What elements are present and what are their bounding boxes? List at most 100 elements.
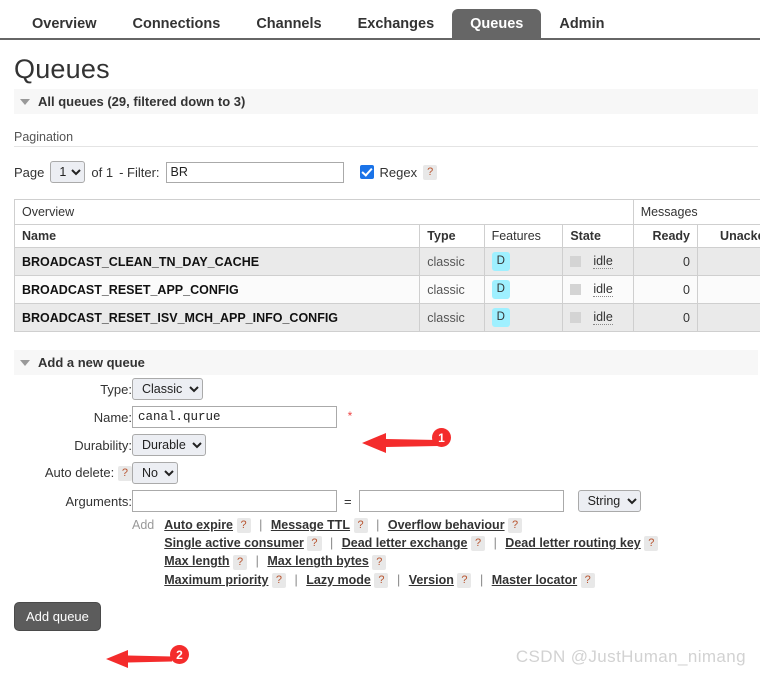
preset-row-3: Max length ? | Max length bytes ? [164,554,658,570]
annotation-arrow-1 [362,433,438,453]
cell-queue-name[interactable]: BROADCAST_CLEAN_TN_DAY_CACHE [13,247,421,276]
preset-row-4: Maximum priority ? | Lazy mode ? | Versi… [164,573,658,588]
main-navigation: Overview Connections Channels Exchanges … [0,0,760,40]
state-indicator-icon [570,312,582,323]
type-field-cell: Classic [132,375,658,403]
cell-queue-name[interactable]: BROADCAST_RESET_ISV_MCH_APP_INFO_CONFIG [13,303,421,332]
form-row-type: Type: Classic [14,375,658,403]
auto-delete-field-cell: No [132,459,658,487]
message-ttl-help-icon[interactable]: ? [353,518,368,534]
preset-auto-expire[interactable]: Auto expire [164,518,233,532]
preset-master-locator[interactable]: Master locator [492,573,577,587]
preset-overflow-behaviour[interactable]: Overflow behaviour [388,518,505,532]
regex-help-icon[interactable]: ? [423,164,438,180]
column-header-features: Features [483,224,564,248]
column-header-state[interactable]: State [562,224,634,248]
equals-sign: = [344,493,352,509]
durability-label: Durability: [74,437,132,453]
regex-checkbox[interactable] [359,165,374,179]
preset-max-length[interactable]: Max length [164,554,229,568]
version-help-icon[interactable]: ? [457,572,472,588]
lazy-mode-help-icon[interactable]: ? [374,572,389,588]
state-text: idle [593,282,613,297]
table-row[interactable]: BROADCAST_RESET_ISV_MCH_APP_INFO_CONFIG … [13,303,760,332]
annotation-arrow-2 [106,650,172,668]
separator: | [294,572,298,587]
cell-messages-ready: 0 [632,303,699,332]
required-marker: * [347,409,353,423]
cell-queue-features: D [483,303,564,332]
separator: | [376,518,380,532]
arguments-label: Arguments: [65,493,132,509]
preset-maximum-priority[interactable]: Maximum priority [164,573,268,587]
auto-delete-help-icon[interactable]: ? [117,466,132,482]
page-title: Queues [14,54,110,84]
queue-type-select[interactable]: Classic [132,378,203,400]
dead-letter-exchange-help-icon[interactable]: ? [470,536,486,552]
cell-queue-name[interactable]: BROADCAST_RESET_APP_CONFIG [13,275,421,304]
cell-queue-type: classic [419,247,485,276]
chevron-down-icon [20,98,30,105]
preset-version[interactable]: Version [409,573,454,587]
argument-value-input[interactable] [358,490,564,512]
maximum-priority-help-icon[interactable]: ? [271,572,287,588]
pagination-heading: Pagination [14,130,74,144]
queues-table-body: BROADCAST_CLEAN_TN_DAY_CACHE classic D i… [13,247,760,332]
form-row-auto-delete: Auto delete: ? No [14,459,658,487]
filter-input[interactable] [165,161,344,183]
table-row[interactable]: BROADCAST_RESET_APP_CONFIG classic D idl… [13,275,760,304]
preset-lazy-mode[interactable]: Lazy mode [306,573,371,587]
preset-row-2: Single active consumer ? | Dead letter e… [164,536,659,552]
durable-badge-icon: D [491,280,510,299]
all-queues-label: All queues (29, filtered down to 3) [38,94,246,109]
cell-queue-type: classic [419,303,485,332]
column-header-name[interactable]: Name [13,224,421,248]
separator: | [259,518,263,532]
max-length-help-icon[interactable]: ? [233,554,248,570]
all-queues-section-header[interactable]: All queues (29, filtered down to 3) [14,89,758,114]
nav-tab-list: Overview Connections Channels Exchanges … [14,0,760,40]
separator: | [255,554,259,569]
queue-name-input[interactable] [132,406,337,428]
preset-dead-letter-exchange[interactable]: Dead letter exchange [342,536,468,550]
durable-badge-icon: D [491,252,510,271]
overflow-behaviour-help-icon[interactable]: ? [508,518,523,534]
argument-type-select[interactable]: String [577,490,641,512]
group-header-overview: Overview [14,199,634,225]
cell-queue-state: idle [562,247,634,276]
preset-message-ttl[interactable]: Message TTL [271,518,350,532]
nav-tab-overview[interactable]: Overview [14,9,115,40]
single-active-consumer-help-icon[interactable]: ? [307,536,322,552]
form-row-durability: Durability: Durable [14,431,658,459]
cell-messages-unacked: 0 [696,247,760,276]
auto-delete-select[interactable]: No [132,462,178,484]
max-length-bytes-help-icon[interactable]: ? [372,554,387,570]
nav-tab-exchanges[interactable]: Exchanges [340,9,453,40]
preset-single-active-consumer[interactable]: Single active consumer [164,536,304,550]
nav-tab-queues[interactable]: Queues [452,9,542,40]
column-header-type[interactable]: Type [419,224,485,248]
add-queue-button[interactable]: Add queue [14,601,101,631]
nav-tab-admin[interactable]: Admin [541,9,622,40]
dead-letter-routing-key-help-icon[interactable]: ? [644,536,659,552]
argument-key-input[interactable] [132,490,337,512]
cell-queue-type: classic [419,275,485,304]
table-row[interactable]: BROADCAST_CLEAN_TN_DAY_CACHE classic D i… [13,247,760,276]
page-select[interactable]: 1 [50,161,86,183]
nav-tab-connections[interactable]: Connections [115,9,239,40]
add-queue-section-header[interactable]: Add a new queue [14,350,758,375]
durability-select[interactable]: Durable [132,434,206,456]
preset-dead-letter-routing-key[interactable]: Dead letter routing key [505,536,640,550]
cell-messages-ready: 0 [632,275,699,304]
auto-expire-help-icon[interactable]: ? [236,518,251,534]
master-locator-help-icon[interactable]: ? [580,572,595,588]
name-field-cell: * [132,403,658,431]
cell-queue-state: idle [562,303,634,332]
column-header-ready[interactable]: Ready [632,224,699,248]
preset-max-length-bytes[interactable]: Max length bytes [267,554,368,568]
form-row-arguments: Arguments: = String [14,487,658,515]
column-header-unacked[interactable]: Unacked [696,224,760,248]
state-indicator-icon [570,256,582,267]
annotation-badge-1: 1 [432,428,451,447]
nav-tab-channels[interactable]: Channels [238,9,339,40]
